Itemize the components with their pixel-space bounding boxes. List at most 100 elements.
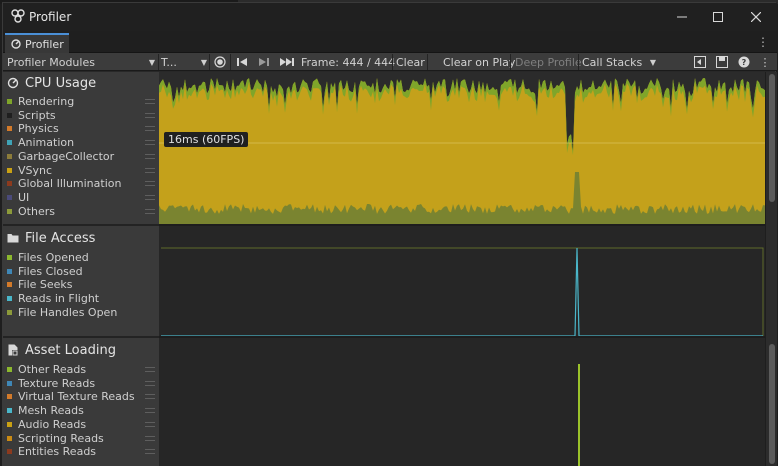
drag-handle-icon[interactable] [145,126,155,132]
scrollbar-thumb-top[interactable] [769,74,775,202]
asset_loading-legend-item[interactable]: Entities Reads [7,445,96,458]
drag-handle-icon[interactable] [145,449,155,455]
color-swatch [7,112,12,118]
drag-handle-icon[interactable] [145,367,155,372]
file_access-legend-item[interactable]: Reads in Flight [7,292,99,305]
charts-area[interactable] [159,72,765,466]
cpu-legend-item[interactable]: Others [7,205,55,218]
drag-handle-icon[interactable] [145,153,155,159]
other-reads-spike [578,364,580,466]
drag-handle-icon[interactable] [145,421,155,427]
target-selection-dropdown[interactable]: T... ▼ [161,53,207,71]
file_access-legend-item[interactable]: Files Closed [7,265,83,278]
file-access-header[interactable]: File Access [7,229,95,247]
cpu-legend-item[interactable]: Rendering [7,95,74,108]
drag-handle-icon[interactable] [145,167,155,173]
legend-label: File Seeks [18,278,73,292]
minimize-button[interactable] [667,7,697,27]
asset_loading-legend-item[interactable]: Audio Reads [7,418,86,431]
cpu-legend-item[interactable]: GarbageCollector [7,150,114,163]
title-bar[interactable]: Profiler [3,3,777,31]
deep-profile-toggle[interactable]: Deep Profile [515,53,582,71]
drag-handle-icon[interactable] [145,394,155,400]
asset_loading-legend-item[interactable]: Virtual Texture Reads [7,390,135,403]
fast-forward-icon [280,58,294,66]
color-swatch [7,282,12,288]
drag-handle-icon[interactable] [145,140,155,146]
file-access-title: File Access [25,230,96,246]
cpu-icon [7,77,19,89]
asset_loading-legend-item[interactable]: Texture Reads [7,377,95,390]
chevron-down-icon: ▼ [200,57,207,67]
save-button[interactable] [715,53,729,71]
legend-label: Physics [18,122,59,136]
clear-on-play-toggle[interactable]: Clear on Play [443,53,515,71]
asset-loading-module[interactable]: Asset Loading Other Reads Texture Reads Vi… [3,338,159,466]
color-swatch [7,208,12,214]
legend-label: File Handles Open [18,305,118,319]
drag-handle-icon[interactable] [145,208,155,214]
legend-label: Rendering [18,95,75,108]
profiler-modules-dropdown[interactable]: Profiler Modules ▼ [7,53,155,71]
cpu-legend-item[interactable]: Physics [7,122,59,135]
legend-label: Audio Reads [18,417,87,431]
drag-handle-icon[interactable] [145,112,155,118]
profiler-tab-icon [11,39,21,49]
color-swatch [7,367,12,372]
cpu-legend-item[interactable]: Scripts [7,109,56,122]
cpu-legend-item[interactable]: UI [7,191,29,204]
legend-label: Files Opened [18,251,89,264]
more-options-icon[interactable]: ⋮ [757,35,769,49]
color-swatch [7,140,12,146]
asset_loading-legend-item[interactable]: Mesh Reads [7,404,84,417]
modules-sidebar: CPU Usage Rendering Scripts Physics Animati… [3,72,159,466]
next-frame-button[interactable] [257,53,271,71]
current-frame-button[interactable] [278,53,296,71]
close-button[interactable] [741,7,771,27]
drag-handle-icon[interactable] [145,408,155,414]
asset_loading-legend-item[interactable]: Other Reads [7,363,86,376]
file-access-module[interactable]: File Access Files Opened Files Closed File… [3,226,159,336]
first-frame-button[interactable] [235,53,249,71]
profiler-toolbar: Profiler Modules ▼ T... ▼ Frame: 444 / 4… [3,53,777,71]
tab-profiler[interactable]: Profiler [5,33,69,53]
color-swatch [7,394,12,400]
legend-label: Scripts [18,108,56,122]
file_access-legend-item[interactable]: File Handles Open [7,306,117,319]
drag-handle-icon[interactable] [145,194,155,200]
legend-label: Others [18,204,55,218]
asset-file-icon [8,344,18,356]
profiler-charts[interactable] [159,72,765,466]
load-button[interactable] [693,53,707,71]
file_access-legend-item[interactable]: Files Opened [7,251,89,264]
color-swatch [7,380,12,386]
drag-handle-icon[interactable] [145,181,155,187]
color-swatch [7,153,12,159]
cpu-legend-item[interactable]: Global Illumination [7,177,121,190]
legend-label: GarbageCollector [18,149,115,163]
color-swatch [7,296,12,302]
color-swatch [7,421,12,427]
more-options-icon[interactable]: ⋮ [759,53,771,71]
vertical-scrollbar[interactable] [765,72,777,466]
drag-handle-icon[interactable] [145,435,155,441]
clear-button[interactable]: Clear [396,53,425,71]
asset-loading-header[interactable]: Asset Loading [7,341,116,359]
unity-logo-icon [11,9,25,23]
maximize-button[interactable] [703,7,733,27]
frame-counter: Frame: 444 / 444 [301,55,396,69]
cpu-legend-item[interactable]: VSync [7,164,52,177]
record-button[interactable] [212,53,228,71]
cpu-legend-item[interactable]: Animation [7,136,74,149]
asset_loading-legend-item[interactable]: Scripting Reads [7,432,104,445]
cpu-usage-module[interactable]: CPU Usage Rendering Scripts Physics Animati… [3,72,159,224]
file_access-legend-item[interactable]: File Seeks [7,278,73,291]
help-button[interactable]: ? [737,53,751,71]
folder-icon [7,234,19,243]
call-stacks-dropdown[interactable]: Call Stacks ▼ [582,53,656,71]
cpu-usage-header[interactable]: CPU Usage [7,74,96,92]
drag-handle-icon[interactable] [145,99,155,104]
drag-handle-icon[interactable] [145,380,155,386]
legend-label: VSync [18,163,53,177]
scrollbar-thumb-bottom[interactable] [769,344,775,464]
